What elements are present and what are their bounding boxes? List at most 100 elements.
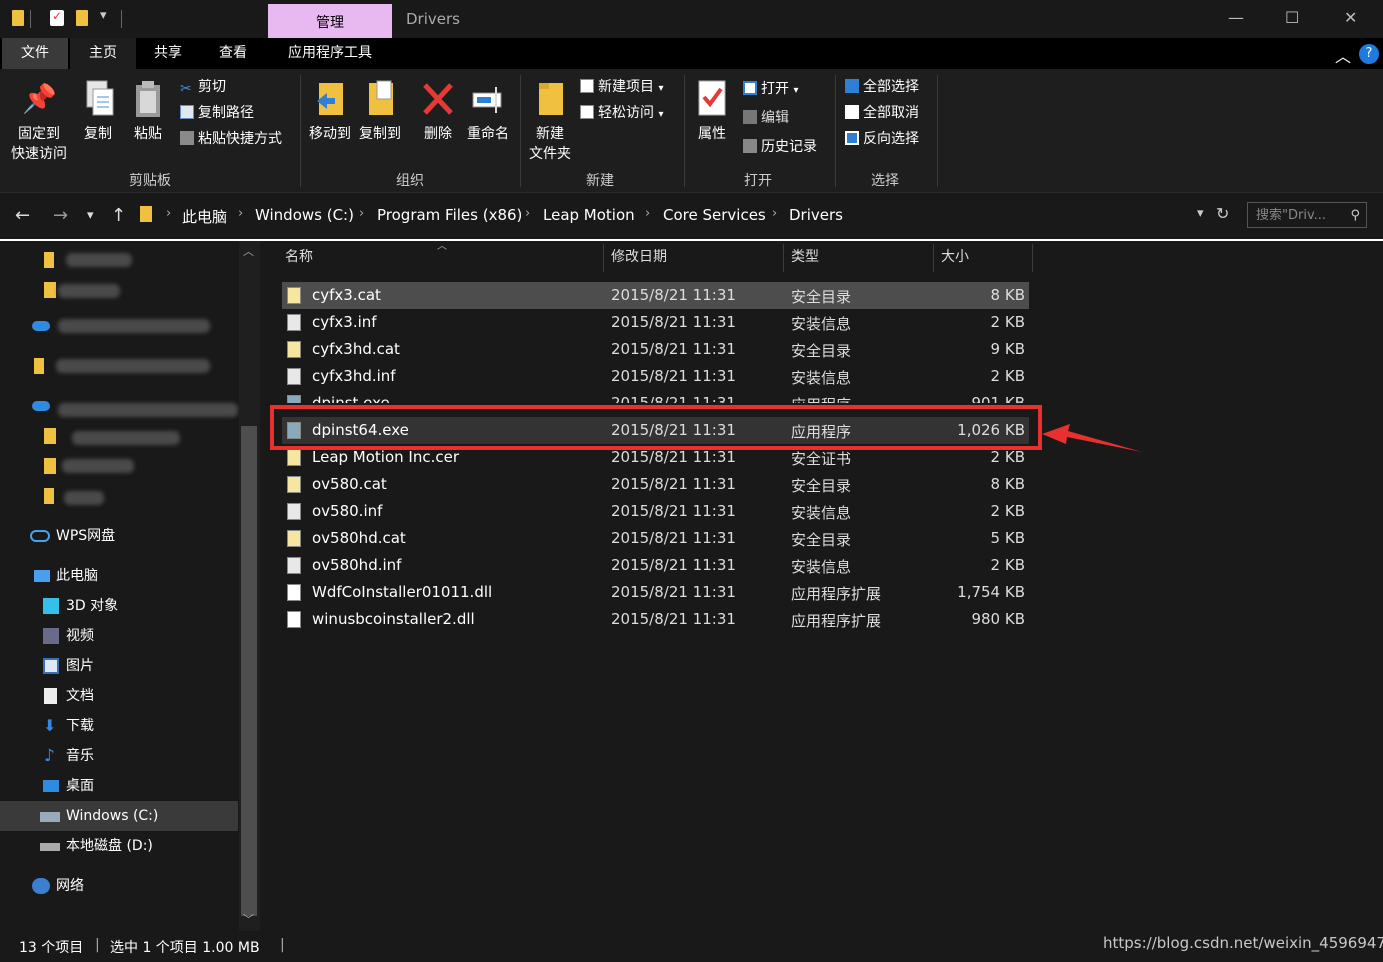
breadcrumb-leap-motion[interactable]: Leap Motion bbox=[543, 206, 635, 224]
column-header-name[interactable]: 名称 bbox=[285, 241, 313, 273]
folder-item[interactable] bbox=[0, 481, 238, 511]
open-button[interactable]: 打开 ▾ bbox=[743, 78, 798, 100]
tab-app-tools[interactable]: 应用程序工具 bbox=[270, 38, 390, 69]
properties-icon[interactable]: ✓ bbox=[50, 9, 64, 26]
onedrive-item[interactable] bbox=[0, 393, 238, 423]
forward-arrow-icon[interactable]: → bbox=[53, 205, 68, 226]
nav-item-3d-objects[interactable]: 3D 对象 bbox=[0, 591, 238, 621]
invert-selection-button[interactable]: 反向选择 bbox=[845, 128, 919, 150]
copy-path-button[interactable]: 复制路径 bbox=[180, 102, 254, 124]
column-divider[interactable] bbox=[603, 244, 604, 272]
scroll-up-icon[interactable]: ︿ bbox=[243, 243, 254, 259]
address-dropdown-icon[interactable]: ▾ bbox=[1197, 206, 1204, 221]
table-row[interactable]: dpinst.exe 2015/8/21 11:31 应用程序 901 KB bbox=[282, 390, 1029, 403]
table-row[interactable]: ov580hd.inf 2015/8/21 11:31 安装信息 2 KB bbox=[282, 552, 1029, 579]
edit-button[interactable]: 编辑 bbox=[743, 107, 789, 129]
nav-item-music[interactable]: ♪ 音乐 bbox=[0, 741, 238, 771]
breadcrumb-program-files[interactable]: Program Files (x86) bbox=[377, 206, 522, 224]
column-header-size[interactable]: 大小 bbox=[941, 241, 969, 273]
paste-icon bbox=[131, 79, 165, 119]
recent-locations-icon[interactable]: ▾ bbox=[87, 208, 94, 223]
minimize-button[interactable]: — bbox=[1228, 8, 1244, 27]
column-divider[interactable] bbox=[933, 244, 934, 272]
pin-quick-access-button[interactable]: 📌 固定到 快速访问 bbox=[6, 79, 72, 163]
nav-item-this-pc[interactable]: 此电脑 bbox=[0, 561, 238, 591]
breadcrumb-drivers[interactable]: Drivers bbox=[789, 206, 843, 224]
folder-icon bbox=[44, 458, 56, 474]
nav-item-local-disk-d[interactable]: 本地磁盘 (D:) bbox=[0, 831, 238, 861]
collapse-ribbon-icon[interactable]: ︿ bbox=[1335, 43, 1351, 67]
nav-label: 图片 bbox=[66, 658, 94, 674]
nav-item-wps[interactable]: WPS网盘 bbox=[0, 521, 238, 551]
table-row[interactable]: cyfx3hd.inf 2015/8/21 11:31 安装信息 2 KB bbox=[282, 363, 1029, 390]
breadcrumb-windows-c[interactable]: Windows (C:) bbox=[255, 206, 354, 224]
nav-item-downloads[interactable]: ⬇ 下载 bbox=[0, 711, 238, 741]
table-row[interactable]: WdfCoInstaller01011.dll 2015/8/21 11:31 应用… bbox=[282, 579, 1029, 606]
help-icon[interactable]: ? bbox=[1359, 44, 1379, 64]
copy-path-label: 复制路径 bbox=[198, 105, 254, 121]
table-row[interactable]: cyfx3hd.cat 2015/8/21 11:31 安全目录 9 KB bbox=[282, 336, 1029, 363]
address-field[interactable]: › 此电脑 › Windows (C:) › Program Files (x8… bbox=[134, 201, 1239, 229]
column-divider[interactable] bbox=[783, 244, 784, 272]
tab-view[interactable]: 查看 bbox=[205, 38, 261, 69]
rename-button[interactable]: 重命名 bbox=[464, 79, 512, 143]
column-divider[interactable] bbox=[1032, 244, 1033, 272]
new-item-button[interactable]: 新建项目 ▾ bbox=[580, 76, 663, 98]
folder-item[interactable] bbox=[0, 421, 238, 451]
breadcrumb-this-pc[interactable]: 此电脑 bbox=[182, 206, 227, 227]
tab-share[interactable]: 共享 bbox=[140, 38, 196, 69]
search-input[interactable]: 搜索"Driv... ⚲ bbox=[1247, 202, 1367, 228]
tab-manage[interactable]: 管理 bbox=[268, 4, 392, 38]
quick-access-item[interactable] bbox=[0, 245, 238, 275]
scrollbar-thumb[interactable] bbox=[241, 426, 257, 916]
tab-file[interactable]: 文件 bbox=[2, 38, 68, 69]
copy-button[interactable]: 复制 bbox=[78, 79, 118, 143]
nav-item-network[interactable]: 网络 bbox=[0, 871, 238, 901]
delete-button[interactable]: 删除 bbox=[418, 79, 458, 143]
folder-item[interactable] bbox=[0, 451, 238, 481]
copy-to-button[interactable]: 复制到 bbox=[356, 79, 404, 143]
address-bar-row: ← → ▾ ↑ › 此电脑 › Windows (C:) › Program F… bbox=[0, 193, 1383, 239]
film-icon bbox=[43, 628, 59, 644]
new-folder-label-2: 文件夹 bbox=[529, 146, 571, 162]
easy-access-button[interactable]: 轻松访问 ▾ bbox=[580, 102, 663, 124]
new-folder-icon[interactable] bbox=[76, 10, 88, 26]
properties-button[interactable]: 属性 bbox=[690, 79, 734, 143]
column-header-type[interactable]: 类型 bbox=[791, 241, 819, 273]
move-to-button[interactable]: 移动到 bbox=[306, 79, 354, 143]
paste-button[interactable]: 粘贴 bbox=[128, 79, 168, 143]
select-all-button[interactable]: 全部选择 bbox=[845, 76, 919, 98]
up-arrow-icon[interactable]: ↑ bbox=[111, 205, 126, 226]
customize-quick-access-icon[interactable]: ▾ bbox=[100, 8, 107, 23]
scroll-down-icon[interactable]: ﹀ bbox=[243, 911, 254, 927]
folder-item[interactable] bbox=[0, 351, 238, 381]
table-row[interactable]: cyfx3.cat 2015/8/21 11:31 安全目录 8 KB bbox=[282, 282, 1029, 309]
select-none-button[interactable]: 全部取消 bbox=[845, 102, 919, 124]
back-arrow-icon[interactable]: ← bbox=[15, 205, 30, 226]
nav-item-pictures[interactable]: 图片 bbox=[0, 651, 238, 681]
close-button[interactable]: ✕ bbox=[1344, 8, 1357, 27]
refresh-icon[interactable]: ↻ bbox=[1216, 204, 1229, 223]
nav-item-windows-c[interactable]: Windows (C:) bbox=[0, 801, 238, 831]
table-row[interactable]: ov580hd.cat 2015/8/21 11:31 安全目录 5 KB bbox=[282, 525, 1029, 552]
nav-item-documents[interactable]: 文档 bbox=[0, 681, 238, 711]
history-button[interactable]: 历史记录 bbox=[743, 136, 817, 158]
breadcrumb-core-services[interactable]: Core Services bbox=[663, 206, 766, 224]
nav-item-videos[interactable]: 视频 bbox=[0, 621, 238, 651]
nav-scrollbar[interactable]: ︿ ﹀ bbox=[239, 241, 260, 931]
folder-icon[interactable] bbox=[12, 10, 24, 26]
table-row[interactable]: winusbcoinstaller2.dll 2015/8/21 11:31 应用程… bbox=[282, 606, 1029, 633]
cut-button[interactable]: ✂ 剪切 bbox=[180, 76, 226, 98]
file-type: 安全目录 bbox=[791, 477, 852, 495]
maximize-button[interactable]: ☐ bbox=[1285, 8, 1299, 27]
table-row[interactable]: ov580.inf 2015/8/21 11:31 安装信息 2 KB bbox=[282, 498, 1029, 525]
quick-access-item[interactable] bbox=[0, 275, 238, 305]
onedrive-item[interactable] bbox=[0, 311, 238, 341]
paste-shortcut-button[interactable]: 粘贴快捷方式 bbox=[180, 128, 282, 150]
table-row[interactable]: ov580.cat 2015/8/21 11:31 安全目录 8 KB bbox=[282, 471, 1029, 498]
table-row[interactable]: cyfx3.inf 2015/8/21 11:31 安装信息 2 KB bbox=[282, 309, 1029, 336]
nav-item-desktop[interactable]: 桌面 bbox=[0, 771, 238, 801]
new-folder-button[interactable]: 新建 文件夹 bbox=[526, 79, 574, 163]
column-header-date[interactable]: 修改日期 bbox=[611, 241, 667, 273]
tab-home[interactable]: 主页 bbox=[70, 38, 136, 69]
